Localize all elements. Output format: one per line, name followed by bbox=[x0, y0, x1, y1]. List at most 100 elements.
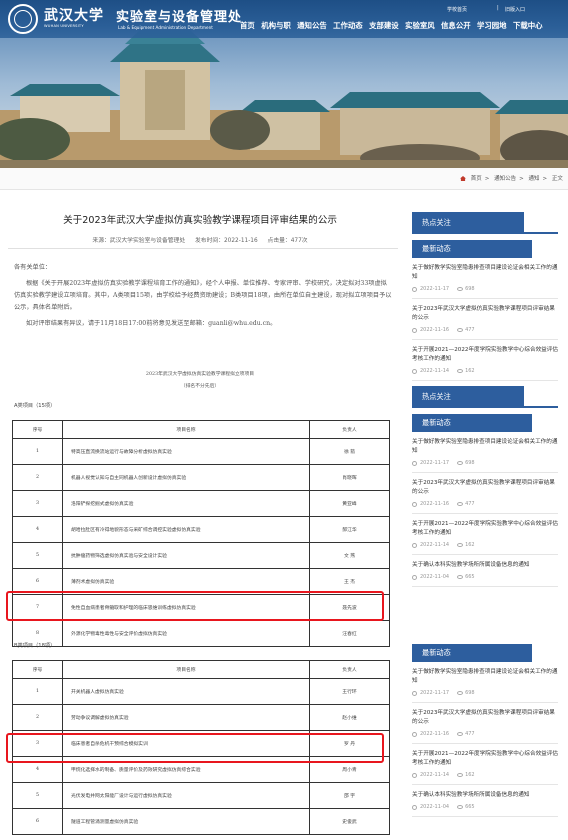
news-item[interactable]: 关于开展2021—2022年度学院实验教学中心综合效益评估考核工作的通知 2022… bbox=[412, 744, 558, 785]
clock-icon bbox=[412, 804, 417, 810]
news-date: 2022-11-14 bbox=[420, 542, 450, 548]
body-paragraph-2: 如对评审结果有异议，请于11月18日17:00前将意见发送至邮箱：guanli@… bbox=[26, 320, 277, 327]
row-project: 机器人视觉认知与自主同机器人创新设计虚拟仿真实验 bbox=[62, 464, 310, 491]
news-title[interactable]: 关于开展2021—2022年度学院实验教学中心综合效益评估考核工作的通知 bbox=[412, 750, 558, 768]
news-date: 2022-11-16 bbox=[420, 731, 450, 737]
old-version-link[interactable]: 旧版入口 bbox=[505, 6, 525, 13]
news-meta: 2022-11-04 665 bbox=[412, 574, 558, 580]
table-row: 4 胡哈拉肚区有冷得地貌形态与采矿综合调控实验虚拟仿真实验 郝江华 bbox=[12, 516, 390, 543]
table-row: 3 洛阳铲探挖掘式虚拟仿真实验 黄亚峰 bbox=[12, 490, 390, 517]
eye-icon bbox=[457, 691, 464, 695]
news-views: 698 bbox=[465, 690, 475, 696]
clock-icon bbox=[412, 772, 417, 778]
eye-icon bbox=[457, 461, 464, 465]
news-item[interactable]: 关于确认本科实验教学场所所属设备信息的通知 2022-11-04 665 bbox=[412, 555, 558, 587]
breadcrumb-notices[interactable]: 通知公告 bbox=[494, 176, 516, 182]
news-views: 162 bbox=[465, 368, 475, 374]
row-leader: 黄亚峰 bbox=[309, 490, 390, 517]
latest-label: 最新动态 bbox=[412, 414, 532, 432]
news-meta: 2022-11-14 162 bbox=[412, 772, 558, 778]
department-name-en: Lab & Equipment Administration Departmen… bbox=[118, 25, 213, 30]
nav-downloads[interactable]: 下载中心 bbox=[513, 20, 543, 31]
row-leader: 邵 宇 bbox=[309, 782, 390, 809]
news-meta: 2022-11-04 665 bbox=[412, 804, 558, 810]
news-title[interactable]: 关于2023年武汉大学虚拟仿真实验教学课程项目评审结果的公示 bbox=[412, 479, 558, 497]
hot-topics-label: 热点关注 bbox=[412, 212, 524, 234]
news-date: 2022-11-14 bbox=[420, 368, 450, 374]
row-project: 隧道工程管涌测量虚拟仿真实验 bbox=[62, 808, 310, 835]
clock-icon bbox=[412, 460, 417, 466]
row-index: 2 bbox=[12, 464, 63, 491]
nav-party-branch[interactable]: 支部建设 bbox=[369, 20, 399, 31]
university-name: 武汉大学 bbox=[44, 8, 104, 24]
news-date: 2022-11-16 bbox=[420, 327, 450, 333]
sidebar-block-1: 热点关注 最新动态 关于做好教学实验室隐患排查项目建设论证会相关工作的通知 202… bbox=[412, 212, 558, 381]
breadcrumb-notice[interactable]: 通知 bbox=[529, 176, 540, 182]
news-item[interactable]: 关于2023年武汉大学虚拟仿真实验教学课程项目评审结果的公示 2022-11-16… bbox=[412, 473, 558, 514]
header-project: 项目名称 bbox=[62, 420, 310, 439]
news-item[interactable]: 关于开展2021—2022年度学院实验教学中心综合效益评估考核工作的通知 2022… bbox=[412, 340, 558, 381]
news-title[interactable]: 关于做好教学实验室隐患排查项目建设论证会相关工作的通知 bbox=[412, 668, 558, 686]
news-title[interactable]: 关于2023年武汉大学虚拟仿真实验教学课程项目评审结果的公示 bbox=[412, 709, 558, 727]
news-date: 2022-11-16 bbox=[420, 501, 450, 507]
nav-home[interactable]: 首页 bbox=[240, 20, 255, 31]
nav-work-news[interactable]: 工作动态 bbox=[333, 20, 363, 31]
table-row: 6 隧道工程管涌测量虚拟仿真实验 史俊武 bbox=[12, 808, 390, 835]
list-note: （排名不分先后） bbox=[180, 384, 220, 389]
article-meta: 来源：武汉大学实验室与设备管理处 发布时间：2022-11-16 点击量：477… bbox=[0, 235, 400, 244]
department-name[interactable]: 实验室与设备管理处 bbox=[116, 6, 242, 25]
news-item[interactable]: 关于确认本科实验教学场所所属设备信息的通知 2022-11-04 665 bbox=[412, 785, 558, 817]
nav-info-public[interactable]: 信息公开 bbox=[441, 20, 471, 31]
hot-topics-header: 热点关注 bbox=[412, 212, 558, 234]
news-title[interactable]: 关于确认本科实验教学场所所属设备信息的通知 bbox=[412, 791, 558, 800]
row-index: 4 bbox=[12, 516, 63, 543]
university-name-en: WUHAN UNIVERSITY bbox=[44, 24, 84, 28]
news-title[interactable]: 关于开展2021—2022年度学院实验教学中心综合效益评估考核工作的通知 bbox=[412, 346, 558, 364]
news-title[interactable]: 关于2023年武汉大学虚拟仿真实验教学课程项目评审结果的公示 bbox=[412, 305, 558, 323]
news-views: 162 bbox=[465, 542, 475, 548]
header-leader: 负责人 bbox=[309, 420, 390, 439]
news-item[interactable]: 关于做好教学实验室隐患排查项目建设论证会相关工作的通知 2022-11-17 698 bbox=[412, 258, 558, 299]
news-title[interactable]: 关于确认本科实验教学场所所属设备信息的通知 bbox=[412, 561, 558, 570]
news-item[interactable]: 关于做好教学实验室隐患排查项目建设论证会相关工作的通知 2022-11-17 698 bbox=[412, 662, 558, 703]
page: 武汉大学 WUHAN UNIVERSITY 实验室与设备管理处 Lab & Eq… bbox=[0, 0, 568, 840]
nav-lab-style[interactable]: 实验室风 bbox=[405, 20, 435, 31]
news-item[interactable]: 关于开展2021—2022年度学院实验教学中心综合效益评估考核工作的通知 2022… bbox=[412, 514, 558, 555]
category-a-label: A类项目（15项） bbox=[14, 403, 56, 409]
news-item[interactable]: 关于做好教学实验室隐患排查项目建设论证会相关工作的通知 2022-11-17 698 bbox=[412, 432, 558, 473]
news-meta: 2022-11-17 698 bbox=[412, 286, 558, 292]
news-title[interactable]: 关于开展2021—2022年度学院实验教学中心综合效益评估考核工作的通知 bbox=[412, 520, 558, 538]
breadcrumb-current: 正文 bbox=[551, 176, 563, 182]
school-home-link[interactable]: 学校首页 bbox=[447, 6, 467, 13]
breadcrumb-home[interactable]: 首页 bbox=[471, 176, 482, 182]
table-row: 1 特高压直流换流站运行与故障分析虚拟仿真实验徐 箭 bbox=[12, 438, 390, 465]
row-project: 洛阳铲探挖掘式虚拟仿真实验 bbox=[62, 490, 310, 517]
news-views: 162 bbox=[465, 772, 475, 778]
news-meta: 2022-11-16 477 bbox=[412, 501, 558, 507]
home-icon bbox=[460, 176, 466, 181]
nav-organization[interactable]: 机构与职 bbox=[261, 20, 291, 31]
row-leader: 文 燕 bbox=[309, 542, 390, 569]
sidebar-block-2: 热点关注 最新动态 关于做好教学实验室隐患排查项目建设论证会相关工作的通知 202… bbox=[412, 386, 558, 587]
clock-icon bbox=[412, 731, 417, 737]
row-project: 外源化学物毒性毒性与安全评价虚拟仿真实验 bbox=[62, 620, 310, 647]
nav-notices[interactable]: 通知公告 bbox=[297, 20, 327, 31]
news-title[interactable]: 关于做好教学实验室隐患排查项目建设论证会相关工作的通知 bbox=[412, 438, 558, 456]
latest-header: 最新动态 bbox=[412, 240, 558, 258]
table-row: 5 光伏发电并网太阳能厂设计与运行虚拟仿真实验邵 宇 bbox=[12, 782, 390, 809]
news-date: 2022-11-14 bbox=[420, 772, 450, 778]
news-meta: 2022-11-16 477 bbox=[412, 731, 558, 737]
news-views: 698 bbox=[465, 286, 475, 292]
table-row: 2 劳动争议调解虚拟仿真实验 赵小维 bbox=[12, 704, 390, 731]
news-views: 477 bbox=[465, 731, 475, 737]
eye-icon bbox=[457, 369, 464, 373]
news-date: 2022-11-04 bbox=[420, 574, 450, 580]
news-item[interactable]: 关于2023年武汉大学虚拟仿真实验教学课程项目评审结果的公示 2022-11-16… bbox=[412, 703, 558, 744]
news-item[interactable]: 关于2023年武汉大学虚拟仿真实验教学课程项目评审结果的公示 2022-11-16… bbox=[412, 299, 558, 340]
nav-learning[interactable]: 学习园地 bbox=[477, 20, 507, 31]
news-title[interactable]: 关于做好教学实验室隐患排查项目建设论证会相关工作的通知 bbox=[412, 264, 558, 282]
sidebar-block-3: 最新动态 关于做好教学实验室隐患排查项目建设论证会相关工作的通知 2022-11-… bbox=[412, 638, 558, 817]
clock-icon bbox=[412, 286, 417, 292]
site-header: 武汉大学 WUHAN UNIVERSITY 实验室与设备管理处 Lab & Eq… bbox=[0, 0, 568, 168]
row-index: 3 bbox=[12, 490, 63, 517]
